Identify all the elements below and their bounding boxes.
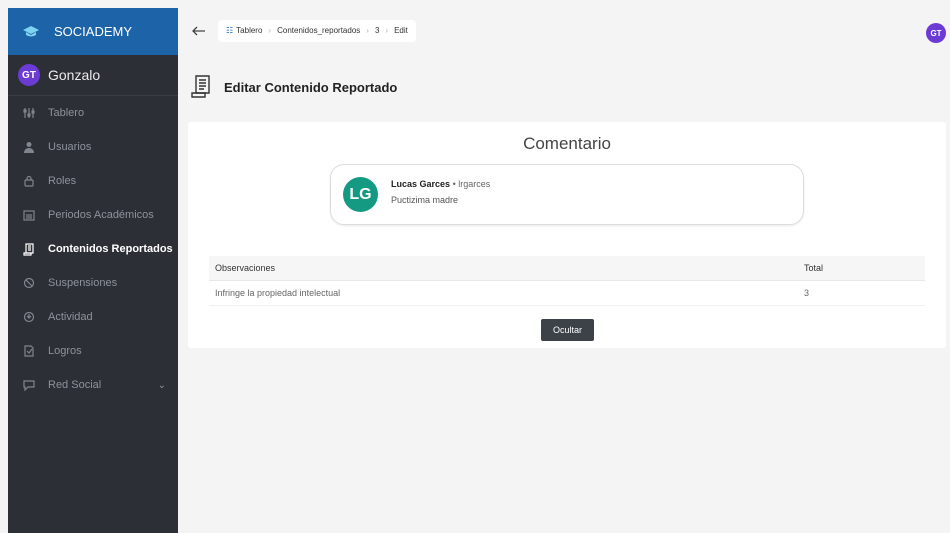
comment-separator: • [452,179,456,189]
breadcrumb-item-contenidos[interactable]: Contenidos_reportados [277,26,360,35]
lock-icon [20,172,38,190]
report-icon [190,74,212,100]
sidebar-item-label: Logros [48,345,82,357]
page-title: Editar Contenido Reportado [224,79,398,95]
breadcrumb-item-tablero[interactable]: Tablero [236,26,262,35]
dashboard-icon [20,104,38,122]
sidebar: SOCIADEMY GT Gonzalo Tablero Usuarios Ro… [8,8,178,533]
column-header-observaciones: Observaciones [215,263,276,273]
table-header: Observaciones Total [209,256,925,281]
sidebar-item-label: Red Social [48,379,102,391]
graduation-cap-icon [22,23,40,41]
report-icon [20,240,38,258]
chevron-down-icon[interactable]: ⌄ [158,380,166,391]
user-name: Gonzalo [48,67,101,83]
sidebar-item-label: Periodos Académicos [48,209,154,221]
sidebar-item-label: Contenidos Reportados [48,243,173,255]
page-header: Editar Contenido Reportado [190,74,397,100]
cell-total: 3 [804,288,810,298]
chevron-right-icon: › [385,26,389,35]
network-icon [20,376,38,394]
sidebar-item-usuarios[interactable]: Usuarios [8,130,178,164]
header-avatar[interactable]: GT [926,23,946,43]
sidebar-item-label: Usuarios [48,141,92,153]
comment-bubble: LG Lucas Garces • lrgarces Puctizima mad… [330,164,804,225]
breadcrumb: ☷ Tablero › Contenidos_reportados › 3 › … [218,19,416,42]
breadcrumb-item-edit: Edit [394,26,408,35]
comment-author-line: Lucas Garces • lrgarces [391,179,490,189]
sidebar-item-tablero[interactable]: Tablero [8,96,178,130]
cell-observacion: Infringe la propiedad intelectual [215,288,341,298]
back-arrow-icon[interactable] [190,22,208,40]
sidebar-item-label: Roles [48,175,77,187]
comment-text: Puctizima madre [391,195,459,205]
dashboard-icon: ☷ [226,26,234,35]
brand-name: SOCIADEMY [54,24,133,39]
ban-icon [20,274,38,292]
topbar: ☷ Tablero › Contenidos_reportados › 3 › … [178,8,950,53]
card-title: Comentario [523,134,611,153]
calendar-icon [20,206,38,224]
app-frame: SOCIADEMY GT Gonzalo Tablero Usuarios Ro… [8,8,950,533]
comment-avatar: LG [343,177,378,212]
sidebar-item-actividad[interactable]: Actividad [8,300,178,334]
observations-table: Observaciones Total Infringe la propieda… [209,256,925,306]
hide-button[interactable]: Ocultar [541,319,594,341]
activity-icon [20,308,38,326]
breadcrumb-item-id[interactable]: 3 [375,26,379,35]
sidebar-item-label: Tablero [48,107,85,119]
chevron-right-icon: › [366,26,369,35]
comment-handle: lrgarces [458,179,491,189]
content-card: Comentario LG Lucas Garces • lrgarces Pu… [188,122,946,348]
brand[interactable]: SOCIADEMY [8,8,178,55]
avatar: GT [18,64,40,86]
chevron-right-icon: › [268,26,272,35]
table-row: Infringe la propiedad intelectual 3 [209,281,925,306]
comment-author: Lucas Garces [391,179,451,189]
sidebar-item-contenidos-reportados[interactable]: Contenidos Reportados [8,232,178,266]
sidebar-item-periodos[interactable]: Periodos Académicos [8,198,178,232]
user-icon [20,138,38,156]
sidebar-item-label: Suspensiones [48,277,118,289]
sidebar-item-logros[interactable]: Logros [8,334,178,368]
sidebar-item-suspensiones[interactable]: Suspensiones [8,266,178,300]
current-user[interactable]: GT Gonzalo [8,55,178,96]
sidebar-item-label: Actividad [48,311,93,323]
badge-icon [20,342,38,360]
column-header-total: Total [804,263,824,273]
sidebar-item-roles[interactable]: Roles [8,164,178,198]
sidebar-item-red-social[interactable]: Red Social ⌄ [8,368,178,402]
